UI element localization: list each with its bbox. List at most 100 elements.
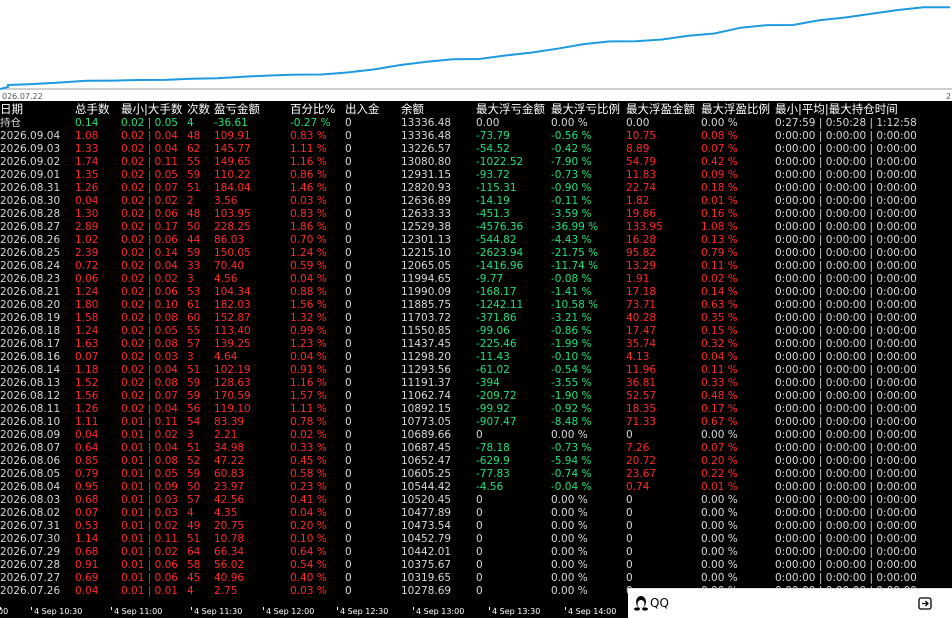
table-cell-dd_amt: -99.06 xyxy=(476,325,510,337)
table-row[interactable]: 2026.08.13 1.52 0.02 | 0.08 59 128.63 1.16 % 0… xyxy=(0,377,952,390)
table-cell-pct: 0.04 % xyxy=(290,351,327,363)
table-row[interactable]: 2026.07.29 0.68 0.01 | 0.02 64 66.34 0.64 % 0 1… xyxy=(0,546,952,559)
table-cell-dd_pct: -0.10 % xyxy=(551,351,592,363)
table-cell-dd_pct: -0.11 % xyxy=(551,195,592,207)
table-cell-fp_pct: 0.01 % xyxy=(701,195,738,207)
table-row[interactable]: 2026.09.02 1.74 0.02 | 0.11 55 149.65 1.16 % 0… xyxy=(0,156,952,169)
table-row[interactable]: 2026.08.20 1.80 0.02 | 0.10 61 182.03 1.56 % 0… xyxy=(0,299,952,312)
table-row[interactable]: 2026.08.31 1.26 0.02 | 0.07 51 184.04 1.46 % 0… xyxy=(0,182,952,195)
table-cell-cash: 0 xyxy=(345,169,352,181)
holding-cell-lots: 0.14 xyxy=(75,117,99,129)
table-row[interactable]: 2026.08.02 0.07 0.01 | 0.03 4 4.35 0.04 % 0 104… xyxy=(0,507,952,520)
table-cell-dd_amt: 0 xyxy=(476,494,483,506)
table-cell-dd_amt: -1416.96 xyxy=(476,260,524,272)
table-cell-pct: 0.41 % xyxy=(290,494,327,506)
table-row[interactable]: 2026.09.03 1.33 0.02 | 0.04 62 145.77 1.11 % 0… xyxy=(0,143,952,156)
column-header[interactable]: 出入金 xyxy=(345,102,380,116)
time-axis-tick-label: 4 Sep 13:30 xyxy=(492,607,541,616)
column-header[interactable]: 日期 xyxy=(0,102,23,116)
table-cell-balance: 12820.93 xyxy=(401,182,452,194)
table-cell-dd_amt: 0 xyxy=(476,572,483,584)
table-row[interactable]: 2026.08.04 0.95 0.01 | 0.09 50 23.97 0.23 % 0 1… xyxy=(0,481,952,494)
table-row[interactable]: 2026.09.04 1.08 0.02 | 0.04 48 109.91 0.83 % 0… xyxy=(0,130,952,143)
column-header[interactable]: 百分比% xyxy=(290,102,335,116)
time-axis-tick-label: 4 Sep 11:30 xyxy=(194,607,243,616)
table-row[interactable]: 2026.08.10 1.11 0.01 | 0.11 54 83.39 0.78 % 0 1… xyxy=(0,416,952,429)
table-row[interactable]: 2026.08.17 1.63 0.02 | 0.08 57 139.25 1.23 % 0… xyxy=(0,338,952,351)
column-header[interactable]: 盈亏金额 xyxy=(214,102,260,116)
table-row[interactable]: 2026.08.18 1.24 0.02 | 0.05 55 113.40 0.99 % 0… xyxy=(0,325,952,338)
table-row[interactable]: 2026.08.11 1.26 0.02 | 0.04 56 119.10 1.11 % 0… xyxy=(0,403,952,416)
table-cell-pct: 1.11 % xyxy=(290,403,327,415)
table-row[interactable]: 2026.08.19 1.58 0.02 | 0.08 60 152.87 1.32 % 0… xyxy=(0,312,952,325)
table-cell-cash: 0 xyxy=(345,351,352,363)
table-row[interactable]: 2026.08.28 1.30 0.02 | 0.06 48 103.95 0.83 % 0… xyxy=(0,208,952,221)
table-cell-dd_pct: 0.00 % xyxy=(551,429,588,441)
table-row[interactable]: 2026.08.21 1.24 0.02 | 0.06 53 104.34 0.88 % 0… xyxy=(0,286,952,299)
column-header[interactable]: 最大浮亏金额 xyxy=(476,102,545,116)
table-cell-lots: 0.85 xyxy=(75,455,99,467)
table-cell-fp_amt: 0 xyxy=(626,572,633,584)
column-header[interactable]: 最大浮盈比例 xyxy=(701,102,770,116)
table-cell-balance: 10319.65 xyxy=(401,572,452,584)
column-header[interactable]: 余额 xyxy=(401,102,424,116)
table-cell-dd_amt: -73.79 xyxy=(476,130,510,142)
table-cell-date: 2026.09.01 xyxy=(0,169,61,181)
table-cell-fp_pct: 0.00 % xyxy=(701,559,738,571)
table-cell-cash: 0 xyxy=(345,234,352,246)
table-row[interactable]: 2026.08.30 0.04 0.02 | 0.02 2 3.56 0.03 % 0 126… xyxy=(0,195,952,208)
table-row[interactable]: 2026.09.01 1.35 0.02 | 0.05 59 110.22 0.86 % 0… xyxy=(0,169,952,182)
table-cell-pnl: 145.77 xyxy=(214,143,251,155)
table-cell-pnl: 3.56 xyxy=(214,195,238,207)
table-cell-dd_pct: -0.90 % xyxy=(551,182,592,194)
table-row[interactable]: 2026.08.16 0.07 0.02 | 0.03 3 4.64 0.04 % 0 112… xyxy=(0,351,952,364)
table-cell-cash: 0 xyxy=(345,195,352,207)
table-cell-lots: 2.39 xyxy=(75,247,99,259)
table-cell-pct: 0.64 % xyxy=(290,546,327,558)
table-row[interactable]: 2026.08.12 1.56 0.02 | 0.07 59 170.59 1.57 % 0… xyxy=(0,390,952,403)
table-cell-fp_amt: 8.89 xyxy=(626,143,650,155)
table-cell-count: 50 xyxy=(187,221,201,233)
column-header[interactable]: 总手数 xyxy=(75,102,110,116)
table-cell-time: 0:00:00 | 0:00:00 | 0:00:00 xyxy=(775,455,917,467)
table-cell-time: 0:00:00 | 0:00:00 | 0:00:00 xyxy=(775,260,917,272)
table-row[interactable]: 2026.08.05 0.79 0.01 | 0.05 59 60.83 0.58 % 0 1… xyxy=(0,468,952,481)
column-header[interactable]: 次数 xyxy=(187,102,210,116)
column-header[interactable]: 最小|平均|最大持仓时间 xyxy=(775,102,898,116)
table-cell-dd_amt: -907.47 xyxy=(476,416,517,428)
table-cell-count: 55 xyxy=(187,325,201,337)
table-row[interactable]: 2026.08.27 2.89 0.02 | 0.17 50 228.25 1.86 % 0… xyxy=(0,221,952,234)
table-cell-count: 62 xyxy=(187,143,201,155)
holding-row[interactable]: 持仓 0.14 0.02 | 0.05 4 -36.61 -0.27 % 0 13336.48… xyxy=(0,117,952,130)
table-row[interactable]: 2026.08.26 1.02 0.02 | 0.06 44 86.03 0.70 % 0 1… xyxy=(0,234,952,247)
table-row[interactable]: 2026.08.09 0.04 0.01 | 0.02 3 2.21 0.02 % 0 106… xyxy=(0,429,952,442)
table-row[interactable]: 2026.07.30 1.14 0.01 | 0.11 51 10.78 0.10 % 0 1… xyxy=(0,533,952,546)
table-row[interactable]: 2026.07.27 0.69 0.01 | 0.06 45 40.96 0.40 % 0 1… xyxy=(0,572,952,585)
qq-penguin-icon xyxy=(634,596,648,611)
exit-icon[interactable] xyxy=(918,597,932,610)
table-cell-pct: 1.16 % xyxy=(290,377,327,389)
table-cell-lots: 0.04 xyxy=(75,585,99,597)
column-header[interactable]: 最大浮盈金额 xyxy=(626,102,695,116)
table-cell-dd_amt: -54.52 xyxy=(476,143,510,155)
table-cell-date: 2026.08.14 xyxy=(0,364,61,376)
table-cell-range: 0.01 | 0.03 xyxy=(121,494,178,506)
table-cell-pnl: 10.78 xyxy=(214,533,245,545)
table-row[interactable]: 2026.08.24 0.72 0.02 | 0.04 33 70.40 0.59 % 0 1… xyxy=(0,260,952,273)
table-row[interactable]: 2026.07.28 0.91 0.01 | 0.06 58 56.02 0.54 % 0 1… xyxy=(0,559,952,572)
column-header[interactable]: 最大浮亏比例 xyxy=(551,102,620,116)
table-cell-dd_amt: 0 xyxy=(476,507,483,519)
table-row[interactable]: 2026.08.07 0.64 0.01 | 0.04 51 34.98 0.33 % 0 1… xyxy=(0,442,952,455)
table-cell-date: 2026.08.24 xyxy=(0,260,61,272)
table-cell-dd_pct: 0.00 % xyxy=(551,572,588,584)
table-cell-pnl: 113.40 xyxy=(214,325,251,337)
table-row[interactable]: 2026.08.03 0.68 0.01 | 0.03 57 42.56 0.41 % 0 1… xyxy=(0,494,952,507)
qq-widget[interactable]: QQ xyxy=(628,588,952,618)
table-row[interactable]: 2026.08.25 2.39 0.02 | 0.14 59 150.05 1.24 % 0… xyxy=(0,247,952,260)
column-header[interactable]: 最小|大手数 xyxy=(121,102,182,116)
table-row[interactable]: 2026.08.14 1.18 0.02 | 0.04 51 102.19 0.91 % 0… xyxy=(0,364,952,377)
table-row[interactable]: 2026.07.31 0.53 0.01 | 0.02 49 20.75 0.20 % 0 1… xyxy=(0,520,952,533)
table-row[interactable]: 2026.08.06 0.85 0.01 | 0.08 52 47.22 0.45 % 0 1… xyxy=(0,455,952,468)
table-cell-fp_amt: 95.82 xyxy=(626,247,657,259)
table-row[interactable]: 2026.08.23 0.06 0.02 | 0.02 3 4.56 0.04 % 0 119… xyxy=(0,273,952,286)
